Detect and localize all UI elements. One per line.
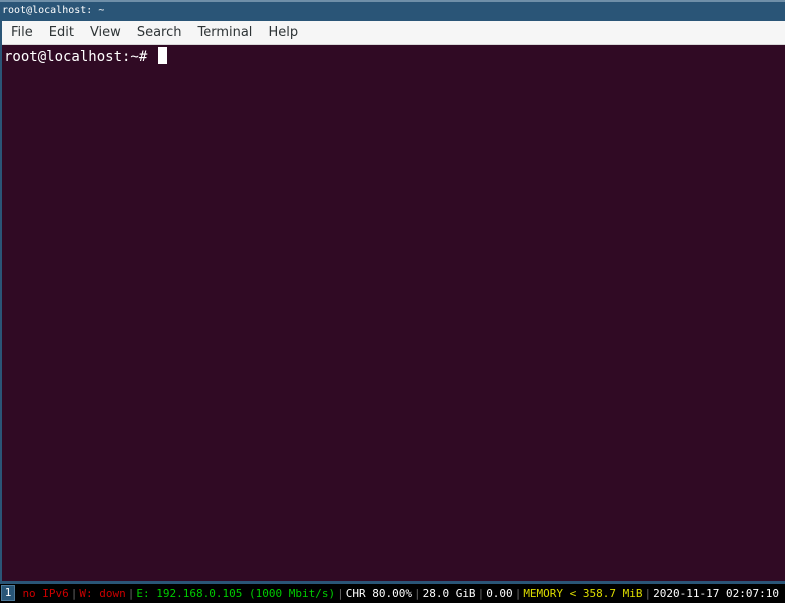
status-blocks: no IPv6 | W: down | E: 192.168.0.105 (1000 M… [22,584,779,603]
menu-view[interactable]: View [82,21,129,45]
status-separator: | [413,587,421,600]
status-separator: | [127,587,135,600]
status-ethernet: E: 192.168.0.105 (1000 Mbit/s) [136,587,336,600]
status-separator: | [644,587,652,600]
menu-edit[interactable]: Edit [41,21,82,45]
menu-file[interactable]: File [3,21,41,45]
menubar: File Edit View Search Terminal Help [2,21,785,45]
status-separator: | [514,587,522,600]
status-bar: 1 no IPv6 | W: down | E: 192.168.0.105 (1000… [0,584,785,603]
status-separator: | [337,587,344,600]
window-title[interactable]: root@localhost: ~ [0,2,785,20]
status-memory: MEMORY < 358.7 MiB [523,587,643,600]
status-ipv6: no IPv6 [22,587,69,600]
status-battery: CHR 80.00% [345,587,412,600]
menu-help[interactable]: Help [260,21,306,45]
shell-prompt: root@localhost:~# [4,49,156,65]
status-separator: | [70,587,78,600]
status-wireless: W: down [79,587,126,600]
menu-terminal[interactable]: Terminal [189,21,260,45]
status-load: 0.00 [486,587,513,600]
terminal-area[interactable]: root@localhost:~# [2,45,785,581]
status-disk: 28.0 GiB [422,587,476,600]
terminal-window: root@localhost: ~ File Edit View Search … [0,0,785,584]
status-separator: | [477,587,485,600]
status-datetime: 2020-11-17 02:07:10 [653,587,779,600]
workspace-button-1[interactable]: 1 [1,585,15,601]
text-cursor [157,47,167,64]
menu-search[interactable]: Search [129,21,190,45]
